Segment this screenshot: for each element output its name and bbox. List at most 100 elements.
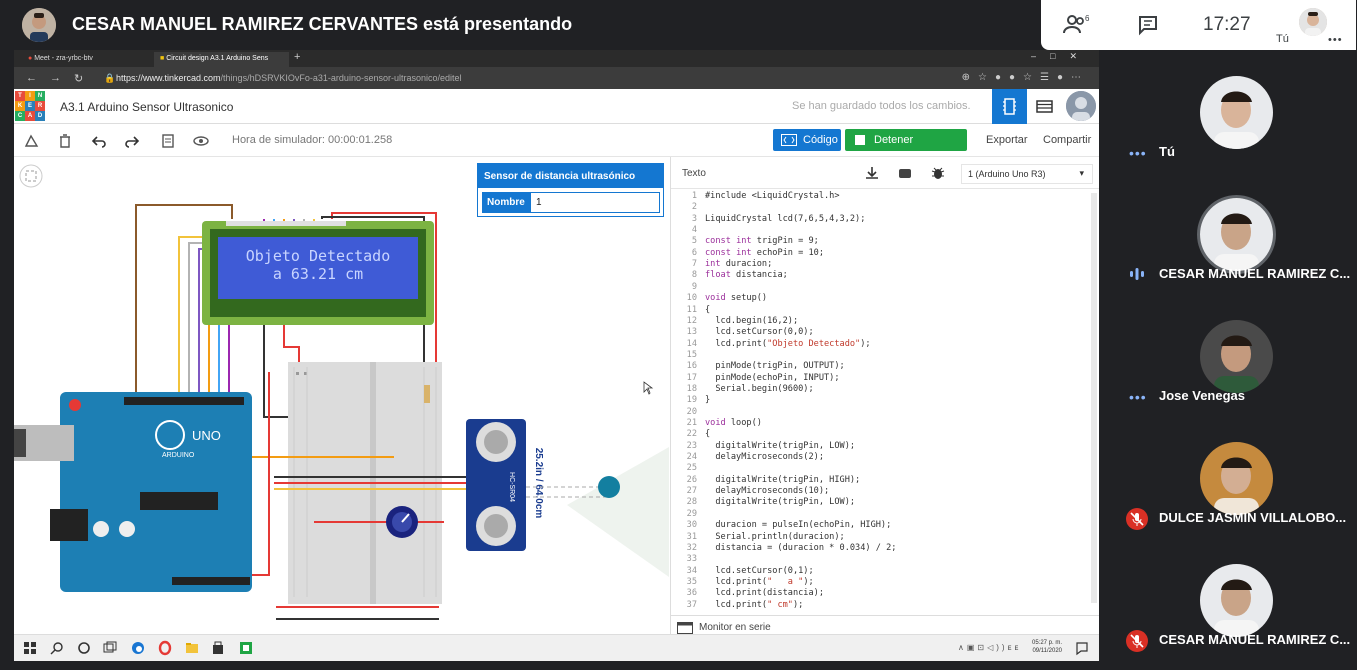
cortana-icon[interactable]: [76, 640, 92, 656]
task-view-icon[interactable]: [102, 640, 118, 656]
code-line: lcd.print(distancia);: [705, 588, 824, 599]
code-line: int duracion;: [705, 259, 773, 270]
file-explorer-icon[interactable]: [184, 640, 200, 656]
stop-simulation-button[interactable]: Detener simulación: [845, 129, 967, 168]
chat-button[interactable]: [1137, 14, 1159, 36]
fit-view-icon[interactable]: [19, 164, 43, 188]
stop-icon: [855, 135, 865, 145]
forward-icon[interactable]: →: [50, 72, 61, 84]
target-object[interactable]: [598, 476, 620, 498]
device-select[interactable]: 1 (Arduino Uno R3) ▾: [961, 164, 1093, 184]
circuit-view-button[interactable]: [992, 89, 1027, 124]
clock-date: 09/11/2020: [1032, 648, 1063, 654]
line-number: 7: [691, 259, 697, 270]
code-scrollbar[interactable]: [1091, 193, 1097, 603]
participant-tile[interactable]: ••• Tú: [1116, 60, 1357, 182]
back-icon[interactable]: ←: [26, 72, 37, 84]
url-field[interactable]: 🔒 https://www.tinkercad.com/things/hDSRVK…: [102, 71, 902, 85]
code-line: #include <LiquidCrystal.h>: [705, 191, 840, 201]
code-line: void loop(): [705, 418, 762, 428]
share-button[interactable]: Compartir: [1043, 134, 1091, 146]
ultrasonic-sensor[interactable]: HC-SR04: [466, 419, 526, 551]
upload-library-icon[interactable]: [894, 163, 916, 183]
code-button[interactable]: Código: [773, 129, 841, 151]
notes-icon[interactable]: [160, 133, 176, 149]
code-mode-label[interactable]: Texto: [682, 168, 706, 179]
component-list-button[interactable]: [1027, 89, 1062, 124]
code-line: void setup(): [705, 293, 768, 304]
monitor-icon: [677, 622, 693, 634]
debug-icon[interactable]: [927, 163, 949, 183]
line-number: 18: [686, 383, 697, 394]
redo-icon[interactable]: [124, 133, 140, 149]
arduino-model: UNO: [192, 428, 221, 443]
opera-icon[interactable]: [157, 640, 173, 656]
download-icon[interactable]: [861, 163, 883, 183]
browser-tab-meet[interactable]: ● Meet - zra-yrbc-btv: [22, 52, 152, 67]
line-number: 23: [686, 440, 697, 451]
windows-taskbar: ∧▣⊡◁))ᴇᴇ 05:27 p. m. 09/11/2020: [14, 634, 1099, 661]
line-number: 25: [686, 463, 697, 474]
store-icon[interactable]: [210, 640, 226, 656]
code-editor[interactable]: 1 #include <LiquidCrystal.h> 2 3 LiquidCryst…: [671, 191, 1091, 615]
participant-tile[interactable]: DULCE JASMIN VILLALOBO...: [1116, 426, 1357, 548]
system-tray-icons[interactable]: ∧▣⊡◁))ᴇᴇ: [958, 643, 1021, 652]
chevron-down-icon: ▾: [1079, 168, 1084, 178]
arduino-brand: ARDUINO: [162, 452, 195, 459]
extension-icons[interactable]: ⊕☆●●☆☰●⋯: [962, 72, 1089, 83]
logo-cell: N: [35, 91, 45, 101]
code-panel: Texto 1 (Arduino Uno R3) ▾ 1 #include <Liq…: [670, 157, 1099, 661]
participant-tile[interactable]: ••• Jose Venegas: [1116, 304, 1357, 426]
line-number: 24: [686, 452, 697, 463]
lcd-display[interactable]: Objeto Detectado a 63.21 cm: [202, 221, 434, 325]
taskbar-clock[interactable]: 05:27 p. m. 09/11/2020: [1032, 639, 1062, 655]
user-avatar[interactable]: [1066, 91, 1096, 121]
mouse-cursor-icon: [643, 381, 654, 395]
line-number: 19: [686, 395, 697, 406]
rotate-icon[interactable]: [24, 133, 40, 149]
visibility-icon[interactable]: [193, 133, 209, 149]
code-line: delayMicroseconds(10);: [705, 486, 830, 497]
undo-icon[interactable]: [91, 133, 107, 149]
editor-toolbar: Hora de simulador: 00:00:01.258 Código D…: [14, 124, 1099, 168]
export-button[interactable]: Exportar: [986, 134, 1028, 146]
browser-tab-tinkercad[interactable]: ■ Circuit design A3.1 Arduino Sens: [154, 52, 289, 67]
edge-icon[interactable]: [130, 640, 146, 656]
participant-name: CESAR MANUEL RAMIREZ C...: [1159, 266, 1351, 281]
circuit-canvas[interactable]: Objeto Detectado a 63.21 cm ARDUINO UNO …: [14, 157, 669, 661]
code-line: lcd.print(" a ");: [705, 576, 814, 587]
logo-cell: D: [35, 111, 45, 121]
code-line: const int echoPin = 10;: [705, 247, 825, 258]
code-panel-header: Texto 1 (Arduino Uno R3) ▾: [671, 157, 1099, 189]
meet-controls: 6 17:27 Tú •••: [1041, 0, 1356, 50]
search-icon[interactable]: [49, 640, 65, 656]
windows-start-icon[interactable]: [22, 640, 38, 656]
mic-off-icon: [1126, 508, 1148, 530]
potentiometer[interactable]: [386, 506, 418, 538]
participant-tile[interactable]: CESAR MANUEL RAMIREZ C...: [1116, 548, 1357, 670]
new-tab-icon[interactable]: +: [294, 51, 300, 63]
delete-icon[interactable]: [57, 133, 73, 149]
properties-title: Sensor de distancia ultrasónico: [478, 164, 663, 188]
arduino-uno[interactable]: ARDUINO UNO: [14, 392, 252, 592]
name-input[interactable]: 1: [530, 192, 660, 213]
notifications-icon[interactable]: [1074, 640, 1090, 656]
line-number: 22: [686, 429, 697, 440]
self-avatar[interactable]: [1299, 8, 1327, 36]
clock-time: 05:27 p. m.: [1032, 640, 1063, 646]
meet-app-icon[interactable]: [238, 640, 254, 656]
address-bar: ← → ↻ 🔒 https://www.tinkercad.com/things/…: [14, 67, 1099, 89]
window-controls[interactable]: –□✕: [1031, 51, 1091, 62]
people-button[interactable]: 6: [1063, 13, 1091, 37]
code-line: }: [705, 395, 711, 406]
line-number: 15: [686, 349, 697, 360]
participant-tile[interactable]: CESAR MANUEL RAMIREZ C...: [1116, 182, 1357, 304]
resistor[interactable]: [424, 385, 430, 403]
reload-icon[interactable]: ↻: [74, 72, 83, 85]
url-host: https://www.tinkercad.com: [116, 73, 221, 83]
line-number: 31: [686, 531, 697, 542]
line-number: 20: [686, 406, 697, 417]
tinkercad-logo[interactable]: T I N K E R C A D: [15, 91, 45, 121]
project-title[interactable]: A3.1 Arduino Sensor Ultrasonico: [60, 100, 233, 114]
line-number: 28: [686, 497, 697, 508]
